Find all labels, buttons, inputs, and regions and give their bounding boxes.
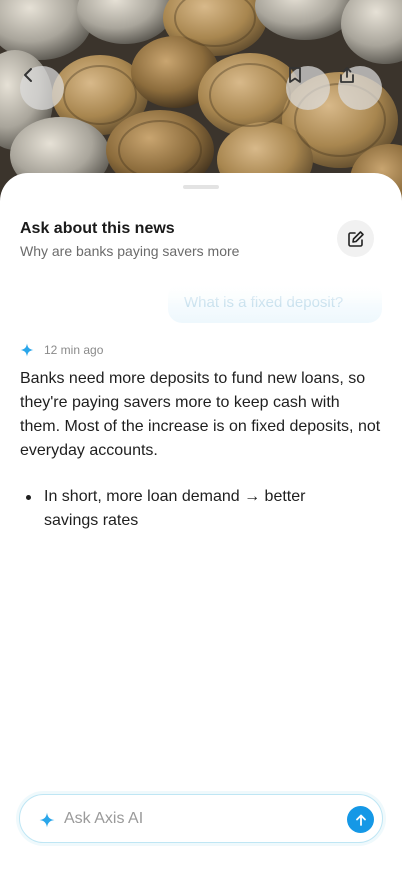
share-icon xyxy=(340,67,354,83)
answer-timestamp: 12 min ago xyxy=(44,343,104,357)
answer-meta: 12 min ago xyxy=(20,342,103,358)
sheet-title: Ask about this news xyxy=(20,220,175,237)
user-message-bubble: What is a fixed deposit? xyxy=(168,283,382,323)
ask-input[interactable] xyxy=(64,807,334,831)
user-message-text: What is a fixed deposit? xyxy=(184,294,344,311)
answer-bullets: In short, more loan demand → better savi… xyxy=(24,485,344,533)
edit-button[interactable] xyxy=(337,220,374,257)
ask-news-sheet: Ask about this news Why are banks paying… xyxy=(0,173,402,874)
sparkle-icon xyxy=(20,343,34,357)
sheet-subtitle: Why are banks paying savers more xyxy=(20,243,240,259)
back-button[interactable] xyxy=(20,66,64,110)
arrow-up-icon xyxy=(355,814,366,826)
ask-input-bar[interactable] xyxy=(19,794,383,843)
answer-paragraph: Banks need more deposits to fund new loa… xyxy=(20,370,381,459)
answer-bullet: In short, more loan demand → better savi… xyxy=(24,485,344,533)
edit-icon xyxy=(347,230,364,247)
sheet-grabber[interactable] xyxy=(183,185,219,189)
sparkle-icon xyxy=(39,812,55,828)
chevron-left-icon xyxy=(24,68,32,82)
bookmark-icon xyxy=(289,67,301,83)
send-button[interactable] xyxy=(347,806,374,833)
bookmark-button[interactable] xyxy=(286,66,330,110)
share-button[interactable] xyxy=(338,66,382,110)
